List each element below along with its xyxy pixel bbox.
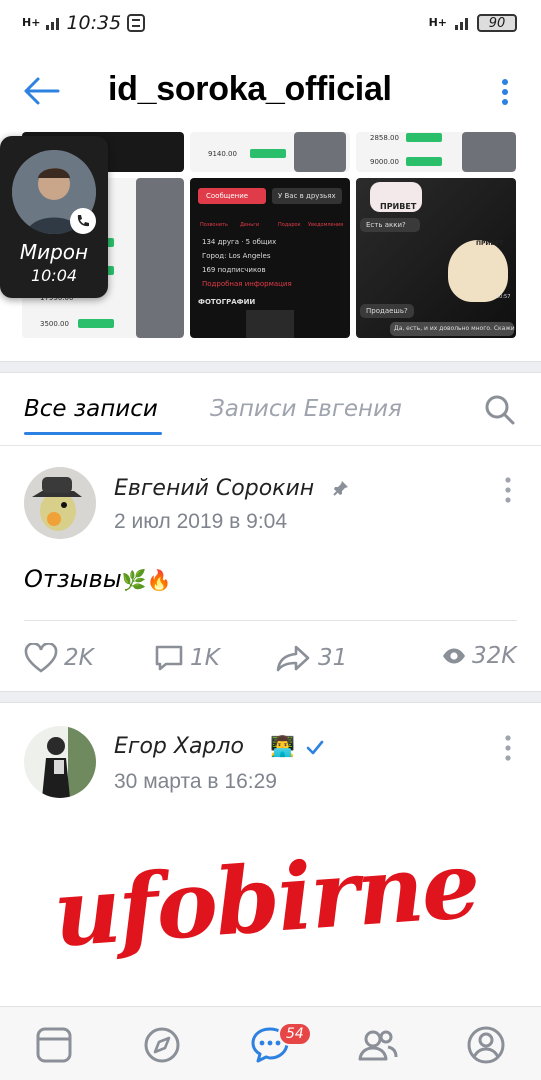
like-count: 2K [64, 645, 94, 671]
view-count: 32K [472, 643, 517, 669]
profile-header: id_soroka_official [0, 56, 541, 126]
post-author-avatar[interactable] [24, 467, 96, 539]
views-counter: 32K [442, 643, 516, 669]
mini-message-label: Сообщение [206, 192, 249, 200]
call-duration: 10:04 [30, 266, 78, 285]
mini-photos-label: ФОТОГРАФИИ [198, 298, 256, 306]
ongoing-call-bubble[interactable]: Мирон 10:04 [0, 136, 108, 298]
photo-thumb-top-2[interactable]: 9140.00 [190, 132, 350, 172]
mini-action-money: Деньги [240, 222, 260, 228]
post-date: 30 марта в 16:29 [114, 770, 277, 793]
mini-info-followers: 169 подписчиков [202, 266, 266, 274]
caller-name: Мирон [19, 240, 89, 264]
mini-info-city: Город: Los Angeles [202, 252, 271, 260]
amount-text: 9140.00 [208, 150, 237, 158]
post-date: 2 июл 2019 в 9:04 [114, 510, 288, 533]
signal-type-label-right: H+ [428, 16, 447, 29]
photo-thumb-3[interactable]: ПРИВЕТ Есть акки? ПРИВЕТ 20:57 Продаешь?… [356, 178, 516, 338]
signal-type-label: H+ [22, 16, 41, 29]
post-author-name[interactable]: Егор Харло [114, 734, 244, 759]
signal-bars-icon [46, 18, 60, 30]
chat-question-text: Есть акки? [366, 221, 406, 229]
post-author-avatar[interactable] [24, 726, 96, 798]
status-bar: H+ 10:35 H+ 90 [0, 0, 541, 46]
post-separator [0, 691, 541, 703]
mini-action-notify: Уведомления [308, 222, 344, 228]
mini-info-friends: 134 друга · 5 общих [202, 238, 277, 246]
mini-action-gift: Подарок [278, 222, 301, 228]
eye-icon [443, 648, 465, 664]
status-chip [406, 157, 442, 166]
post-image[interactable]: ufobirne [0, 830, 541, 1006]
author-emoji: 👨‍💻 [270, 734, 295, 758]
vertical-dots-icon[interactable] [494, 74, 516, 110]
status-chip [250, 149, 286, 158]
amount-text: 2858.00 [370, 134, 399, 142]
pin-icon [333, 481, 348, 496]
chat-time: 20:57 [496, 294, 511, 300]
chat-answer-text: Да, есть, и их довольно много. Скажи [394, 325, 515, 332]
amount-text: 9000.00 [370, 158, 399, 166]
notification-app-icon [127, 14, 146, 32]
share-icon [276, 645, 310, 672]
active-tab-indicator [24, 432, 162, 435]
mini-action-call: Позвонить [200, 222, 228, 228]
profile-icon[interactable] [466, 1025, 506, 1065]
clock: 10:35 [66, 12, 122, 34]
friends-icon[interactable] [358, 1025, 398, 1065]
signal-bars-right-icon [455, 18, 468, 30]
sticker-hedgehog [448, 240, 508, 302]
tab-all-posts[interactable]: Все записи [24, 396, 158, 422]
comment-count: 1K [190, 645, 220, 671]
post-image-text: ufobirne [50, 830, 482, 968]
chat-reply-text: Продаешь? [366, 307, 408, 315]
status-chip [78, 319, 114, 328]
amount-text: 3500.00 [40, 320, 69, 328]
thumb-grey-block [136, 178, 184, 338]
post-text: Отзывы🌿🔥 [24, 565, 172, 593]
photo-thumb-top-3[interactable]: 2858.00 9000.00 [356, 132, 516, 172]
share-count: 31 [318, 645, 348, 671]
thumb-grey-block [294, 132, 346, 172]
phone-icon [70, 208, 96, 234]
verified-check-icon [306, 740, 324, 755]
battery-indicator: 90 [477, 14, 517, 32]
post-options-icon[interactable] [502, 476, 514, 504]
page-title: id_soroka_official [108, 70, 392, 108]
newsfeed-icon[interactable] [34, 1025, 74, 1065]
messages-badge: 54 [278, 1022, 312, 1046]
search-icon[interactable] [484, 394, 516, 426]
photo-thumb-2[interactable]: Сообщение У Вас в друзьях Позвонить День… [190, 178, 350, 338]
thumb-grey-block [462, 132, 516, 172]
mini-friends-label: У Вас в друзьях [278, 192, 336, 200]
status-chip [406, 133, 442, 142]
status-left: H+ 10:35 [22, 12, 146, 34]
post-divider [24, 620, 517, 621]
share-button[interactable]: 31 [276, 643, 347, 673]
comment-button[interactable]: 1K [154, 643, 220, 673]
sticker-text: ПРИВЕТ [380, 202, 417, 211]
section-separator [0, 361, 541, 373]
post-options-icon[interactable] [502, 734, 514, 762]
post-text-emoji: 🌿🔥 [121, 568, 172, 592]
mini-photo-thumb [246, 310, 294, 338]
arrow-left-icon[interactable] [22, 74, 62, 108]
heart-icon [24, 643, 58, 673]
bottom-navigation [0, 1006, 541, 1080]
tab-owner-posts[interactable]: Записи Евгения [210, 396, 402, 422]
status-right: H+ 90 [429, 14, 517, 32]
post-text-body: Отзывы [24, 565, 122, 593]
post-author-name[interactable]: Евгений Сорокин [114, 476, 314, 501]
like-button[interactable]: 2K [24, 643, 94, 673]
explore-icon[interactable] [142, 1025, 182, 1065]
comment-icon [155, 645, 183, 671]
sticker-text-2: ПРИВЕТ [476, 240, 504, 247]
wall-tabs: Все записи Записи Евгения [0, 376, 541, 446]
mini-info-more: Подробная информация [202, 280, 292, 288]
